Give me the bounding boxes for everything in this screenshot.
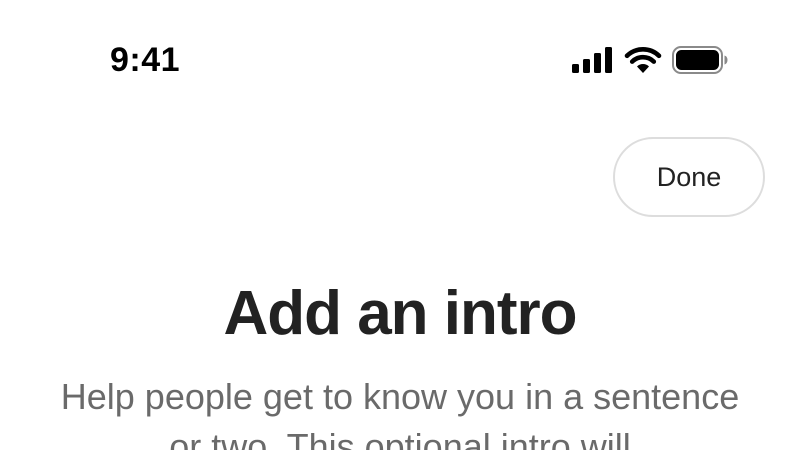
done-button[interactable]: Done: [613, 137, 765, 217]
page-title: Add an intro: [223, 279, 577, 348]
cellular-signal-icon: [572, 47, 614, 73]
status-bar-icons: [572, 44, 728, 76]
battery-icon: [672, 46, 728, 74]
intro-screen: 9:41 Done Add an intro Help people get t…: [0, 0, 800, 450]
page-description: Help people get to know you in a sentenc…: [60, 376, 740, 450]
status-bar-time: 9:41: [110, 41, 181, 79]
wifi-icon: [624, 46, 662, 74]
